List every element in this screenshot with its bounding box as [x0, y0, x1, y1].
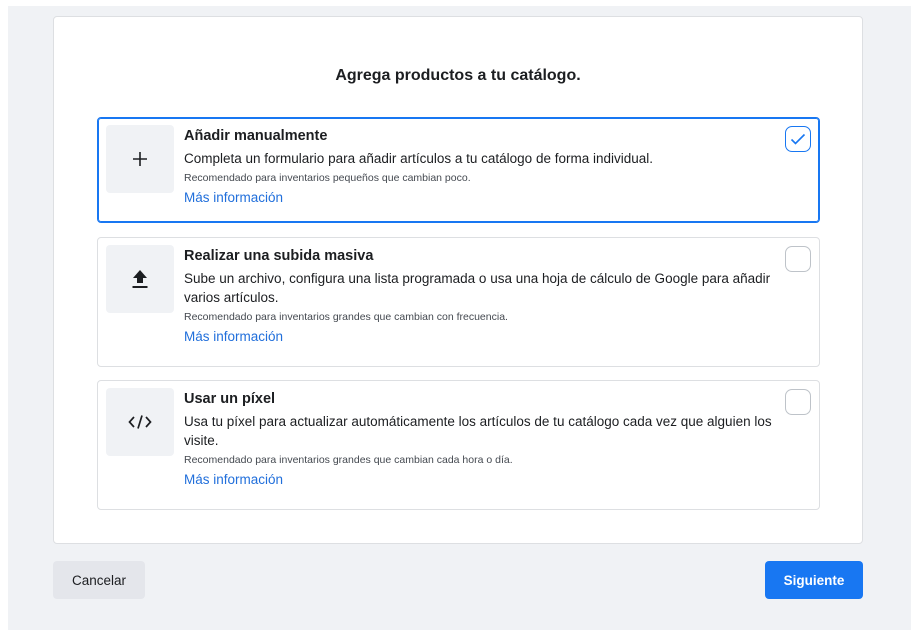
option-note: Recomendado para inventarios grandes que… [184, 311, 508, 323]
option-description: Usa tu píxel para actualizar automáticam… [184, 414, 772, 448]
more-info-link[interactable]: Más información [184, 189, 283, 207]
option-checkbox[interactable] [785, 389, 811, 415]
option-description: Completa un formulario para añadir artíc… [184, 151, 654, 166]
cancel-button[interactable]: Cancelar [53, 561, 145, 599]
option-manual[interactable]: Añadir manualmente Completa un formulari… [97, 117, 820, 223]
checkmark-icon [790, 133, 806, 145]
catalog-dialog: Agrega productos a tu catálogo. Añadir m… [53, 16, 863, 544]
option-description: Sube un archivo, configura una lista pro… [184, 271, 771, 305]
more-info-link[interactable]: Más información [184, 328, 283, 346]
more-info-link[interactable]: Más información [184, 471, 283, 489]
dialog-backdrop: Agrega productos a tu catálogo. Añadir m… [8, 6, 911, 630]
option-pixel[interactable]: Usar un píxel Usa tu píxel para actualiz… [97, 380, 820, 510]
option-title: Realizar una subida masiva [184, 248, 374, 264]
code-icon [106, 388, 174, 456]
option-checkbox[interactable] [785, 246, 811, 272]
upload-icon [106, 245, 174, 313]
option-checkbox[interactable] [785, 126, 811, 152]
dialog-title: Agrega productos a tu catálogo. [335, 67, 581, 84]
option-bulk-upload[interactable]: Realizar una subida masiva Sube un archi… [97, 237, 820, 367]
option-note: Recomendado para inventarios pequeños qu… [184, 172, 471, 184]
next-button[interactable]: Siguiente [765, 561, 863, 599]
option-note: Recomendado para inventarios grandes que… [184, 454, 513, 466]
option-title: Añadir manualmente [184, 128, 328, 144]
plus-icon [106, 125, 174, 193]
option-title: Usar un píxel [184, 391, 276, 407]
